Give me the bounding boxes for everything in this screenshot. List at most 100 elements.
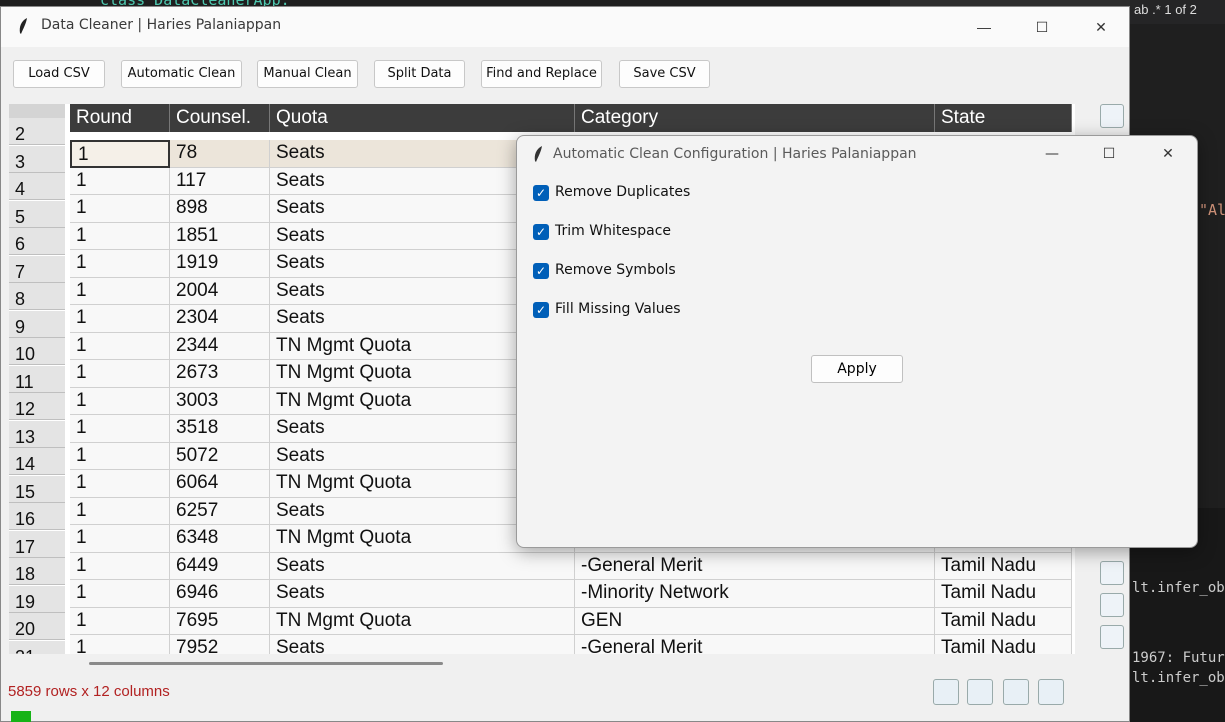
table-cell[interactable]: 6449 xyxy=(170,552,270,580)
row-number[interactable]: 4 xyxy=(9,173,65,200)
table-cell[interactable]: 7695 xyxy=(170,607,270,635)
column-header[interactable]: Round xyxy=(70,104,170,132)
next-page-icon[interactable] xyxy=(967,679,993,705)
table-cell[interactable]: -Minority Network xyxy=(575,580,935,608)
horizontal-scrollbar[interactable] xyxy=(89,662,443,665)
table-cell[interactable]: 1 xyxy=(70,360,170,388)
table-cell[interactable]: 1 xyxy=(70,607,170,635)
checkbox-checked-icon[interactable]: ✓ xyxy=(533,185,549,201)
dialog-maximize-button[interactable]: ☐ xyxy=(1094,142,1124,166)
table-cell[interactable]: 1 xyxy=(70,635,170,654)
row-number[interactable]: 21 xyxy=(9,640,65,654)
row-number[interactable]: 18 xyxy=(9,558,65,585)
table-cell[interactable]: 1 xyxy=(70,167,170,195)
table-cell[interactable]: 2004 xyxy=(170,277,270,305)
table-cell[interactable]: 1 xyxy=(70,580,170,608)
row-number[interactable]: 20 xyxy=(9,613,65,640)
table-cell[interactable]: -General Merit xyxy=(575,552,935,580)
table-cell[interactable]: 1919 xyxy=(170,250,270,278)
apply-button[interactable]: Apply xyxy=(811,355,903,383)
table-cell[interactable]: 1 xyxy=(70,497,170,525)
find-bar[interactable]: ab .* 1 of 2 xyxy=(1130,0,1225,24)
table-cell[interactable]: 2304 xyxy=(170,305,270,333)
row-number[interactable]: 6 xyxy=(9,228,65,255)
table-cell[interactable]: Seats xyxy=(270,635,575,654)
calculator-icon[interactable] xyxy=(1100,561,1124,585)
row-number[interactable]: 2 xyxy=(9,118,65,145)
zoom-out-icon[interactable] xyxy=(1003,679,1029,705)
title-bar[interactable]: Data Cleaner | Haries Palaniappan — ☐ ✕ xyxy=(1,7,1129,47)
row-number[interactable]: 7 xyxy=(9,255,65,283)
find-and-replace-button[interactable]: Find and Replace xyxy=(481,60,602,88)
checkbox-checked-icon[interactable]: ✓ xyxy=(533,302,549,318)
column-header[interactable]: Quota xyxy=(270,104,575,132)
table-cell[interactable]: 1 xyxy=(70,552,170,580)
table-cell[interactable]: 6348 xyxy=(170,525,270,553)
split-data-button[interactable]: Split Data xyxy=(374,60,465,88)
row-number[interactable]: 3 xyxy=(9,145,65,173)
dialog-minimize-button[interactable]: — xyxy=(1037,142,1067,166)
table-cell[interactable]: 2673 xyxy=(170,360,270,388)
row-number[interactable]: 13 xyxy=(9,420,65,448)
minimize-button[interactable]: — xyxy=(969,15,999,39)
table-cell[interactable]: 1 xyxy=(70,470,170,498)
chart-icon[interactable] xyxy=(1100,593,1124,617)
table-cell[interactable]: 1 xyxy=(70,415,170,443)
export-icon[interactable] xyxy=(1100,104,1124,128)
checkbox-checked-icon[interactable]: ✓ xyxy=(533,263,549,279)
prev-page-icon[interactable] xyxy=(933,679,959,705)
automatic-clean-button[interactable]: Automatic Clean xyxy=(121,60,242,88)
table-cell[interactable]: Tamil Nadu xyxy=(935,552,1072,580)
row-number[interactable]: 16 xyxy=(9,503,65,530)
row-number[interactable]: 17 xyxy=(9,530,65,558)
table-cell[interactable]: 3003 xyxy=(170,387,270,415)
table-cell[interactable]: 78 xyxy=(170,140,270,168)
table-cell[interactable]: 1 xyxy=(70,222,170,250)
column-header[interactable]: Counsel. xyxy=(170,104,270,132)
column-header[interactable]: Category xyxy=(575,104,935,132)
table-cell[interactable]: 6257 xyxy=(170,497,270,525)
row-number[interactable]: 11 xyxy=(9,365,65,393)
table-cell[interactable]: -General Merit xyxy=(575,635,935,654)
table-cell[interactable]: Tamil Nadu xyxy=(935,580,1072,608)
checkbox-checked-icon[interactable]: ✓ xyxy=(533,224,549,240)
table-cell[interactable]: Seats xyxy=(270,552,575,580)
table-cell[interactable]: 1 xyxy=(70,250,170,278)
close-button[interactable]: ✕ xyxy=(1086,15,1116,39)
table-cell[interactable]: TN Mgmt Quota xyxy=(270,607,575,635)
row-number[interactable]: 8 xyxy=(9,283,65,310)
table-cell[interactable]: 7952 xyxy=(170,635,270,654)
column-header[interactable]: State xyxy=(935,104,1072,132)
manual-clean-button[interactable]: Manual Clean xyxy=(257,60,358,88)
table-cell[interactable]: 1 xyxy=(70,277,170,305)
row-number[interactable]: 19 xyxy=(9,585,65,613)
row-number[interactable]: 9 xyxy=(9,310,65,338)
table-cell[interactable]: 6064 xyxy=(170,470,270,498)
table-cell[interactable]: 1 xyxy=(70,195,170,223)
table-cell[interactable]: Seats xyxy=(270,580,575,608)
table-cell[interactable]: Tamil Nadu xyxy=(935,635,1072,654)
row-number[interactable]: 5 xyxy=(9,200,65,228)
table-cell[interactable]: 1 xyxy=(70,525,170,553)
load-csv-button[interactable]: Load CSV xyxy=(13,60,105,88)
table-cell[interactable]: 1 xyxy=(70,140,170,168)
row-number[interactable]: 15 xyxy=(9,475,65,503)
zoom-in-icon[interactable] xyxy=(1038,679,1064,705)
table-cell[interactable]: 117 xyxy=(170,167,270,195)
table-cell[interactable]: GEN xyxy=(575,607,935,635)
table-cell[interactable]: 1 xyxy=(70,305,170,333)
row-number[interactable]: 10 xyxy=(9,338,65,365)
table-cell[interactable]: 3518 xyxy=(170,415,270,443)
table-cell[interactable]: 1 xyxy=(70,332,170,360)
maximize-button[interactable]: ☐ xyxy=(1027,15,1057,39)
table-cell[interactable]: 5072 xyxy=(170,442,270,470)
table-cell[interactable]: Tamil Nadu xyxy=(935,607,1072,635)
save-csv-button[interactable]: Save CSV xyxy=(619,60,710,88)
table-cell[interactable]: 2344 xyxy=(170,332,270,360)
table-cell[interactable]: 1 xyxy=(70,442,170,470)
table-cell[interactable]: 1851 xyxy=(170,222,270,250)
row-number[interactable]: 12 xyxy=(9,393,65,420)
report-icon[interactable] xyxy=(1100,625,1124,649)
table-cell[interactable]: 1 xyxy=(70,387,170,415)
dialog-close-button[interactable]: ✕ xyxy=(1153,142,1183,166)
